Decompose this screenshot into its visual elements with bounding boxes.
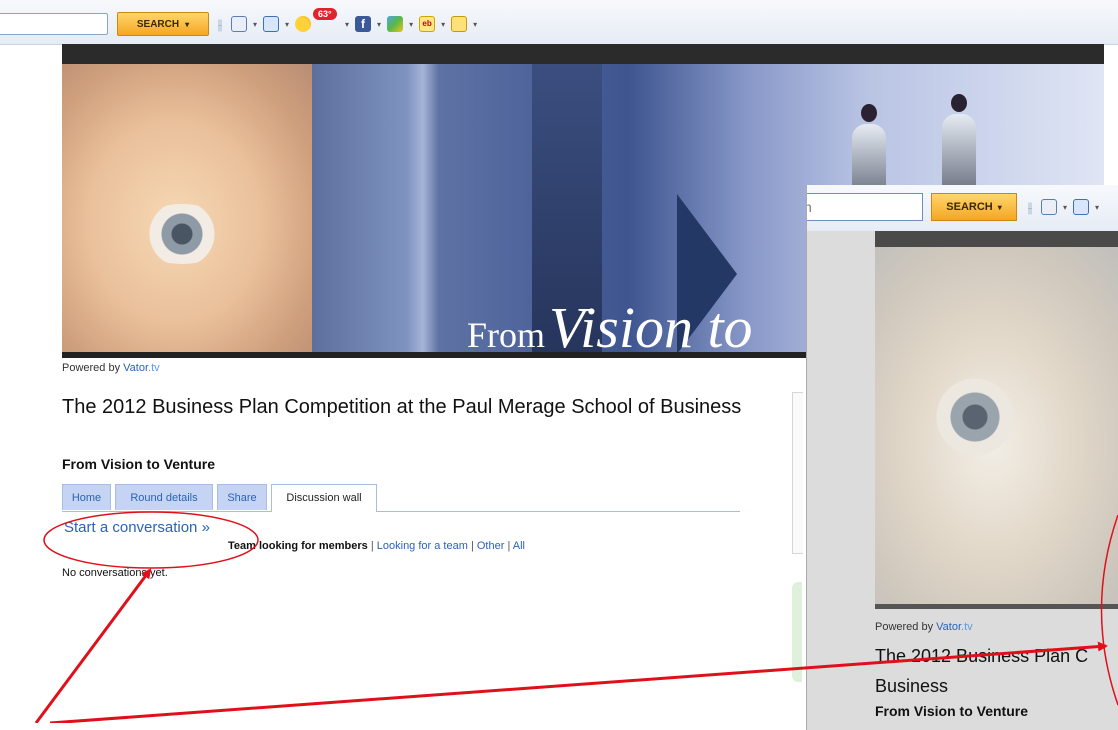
vator-link[interactable]: Vator: [123, 362, 148, 374]
chevron-down-icon[interactable]: ▾: [185, 20, 189, 29]
browser-toolbar: SEARCH ▾ ⫲ ▾ ▾ 63° ▾ f ▾ ▾ eb ▾ ▾: [0, 0, 1118, 45]
filter-separator: |: [371, 540, 374, 552]
divider-icon: ⫲: [215, 15, 225, 33]
search-button-label: SEARCH: [137, 19, 179, 30]
tab-bar: Home Round details Share Discussion wall: [62, 484, 740, 512]
filter-looking-for-team[interactable]: Looking for a team: [377, 540, 468, 552]
photo-icon[interactable]: [387, 16, 403, 32]
toolbar-icons: ⫲ ▾ ▾ 63° ▾ f ▾ ▾ eb ▾ ▾: [215, 12, 477, 36]
notes-icon[interactable]: [451, 16, 467, 32]
banner-slogan: From Vision to: [467, 294, 753, 358]
tab-round-details[interactable]: Round details: [115, 484, 213, 510]
banner-vision: Vision to: [549, 295, 753, 358]
chevron-down-icon[interactable]: ▾: [253, 20, 257, 29]
filter-separator: |: [471, 540, 474, 552]
sidebar-panel: [792, 392, 803, 554]
filter-all[interactable]: All: [513, 540, 525, 552]
mail-icon[interactable]: [1073, 199, 1089, 215]
eye-icon: [132, 204, 232, 264]
zoomed-page: Powered by Vator.tv The 2012 Business Pl…: [807, 231, 1118, 730]
chevron-down-icon[interactable]: ▾: [1063, 203, 1067, 212]
tab-share[interactable]: Share: [217, 484, 267, 510]
search-button-label: SEARCH: [946, 201, 992, 213]
powered-prefix: Powered by: [875, 621, 936, 633]
zoomed-banner-bottom: [875, 604, 1118, 609]
zoomed-toolbar: n SEARCH ▾ ⫲ ▾ ▾: [807, 185, 1118, 232]
tab-discussion-wall[interactable]: Discussion wall: [271, 484, 377, 512]
ebay-icon[interactable]: eb: [419, 16, 435, 32]
conversation-filters: Team looking for members | Looking for a…: [228, 540, 525, 552]
zoomed-page-title: The 2012 Business Plan C Business: [875, 641, 1118, 701]
chevron-down-icon[interactable]: ▾: [1095, 203, 1099, 212]
chevron-down-icon[interactable]: ▾: [441, 20, 445, 29]
divider-icon: ⫲: [1025, 198, 1035, 216]
mail-icon[interactable]: [263, 16, 279, 32]
zoomed-powered-by: Powered by Vator.tv: [875, 621, 973, 633]
chevron-down-icon[interactable]: ▾: [409, 20, 413, 29]
eye-icon: [915, 377, 1035, 457]
zoomed-screenshot: n SEARCH ▾ ⫲ ▾ ▾ Powered by Vator.tv The…: [806, 185, 1118, 730]
tab-label: Round details: [130, 492, 197, 504]
zoomed-subtitle: From Vision to Venture: [875, 703, 1028, 719]
vator-tld[interactable]: .tv: [961, 621, 973, 633]
weather-icon[interactable]: 63°: [295, 16, 311, 32]
filter-other[interactable]: Other: [477, 540, 505, 552]
page-subtitle: From Vision to Venture: [62, 456, 215, 472]
zoomed-toolbar-icons: ⫲ ▾ ▾: [1025, 198, 1099, 216]
facebook-icon[interactable]: f: [355, 16, 371, 32]
chevron-down-icon[interactable]: ▾: [345, 20, 349, 29]
filter-team-looking[interactable]: Team looking for members: [228, 540, 368, 552]
document-icon[interactable]: [1041, 199, 1057, 215]
chevron-down-icon[interactable]: ▾: [377, 20, 381, 29]
chevron-down-icon[interactable]: ▾: [473, 20, 477, 29]
zoomed-title-line2: Business: [875, 671, 1118, 701]
powered-prefix: Powered by: [62, 362, 123, 374]
vator-tld[interactable]: .tv: [148, 362, 160, 374]
banner-top-strip: [62, 44, 1104, 64]
toolbar-search-input[interactable]: [0, 13, 108, 35]
arrow-to-start-conversation: [36, 570, 150, 723]
page-title: The 2012 Business Plan Competition at th…: [62, 394, 762, 420]
tab-label: Share: [227, 492, 256, 504]
zoomed-search-button[interactable]: SEARCH ▾: [931, 193, 1017, 221]
empty-message: No conversations yet.: [62, 567, 168, 579]
toolbar-search-button[interactable]: SEARCH ▾: [117, 12, 209, 36]
banner-from: From: [467, 315, 545, 355]
tab-home[interactable]: Home: [62, 484, 111, 510]
zoomed-title-line1: The 2012 Business Plan C: [875, 641, 1118, 671]
sidebar-panel-green: [792, 582, 802, 682]
zoomed-banner-top: [875, 231, 1118, 247]
tab-label: Discussion wall: [286, 492, 361, 504]
zoomed-eye-photo: [875, 247, 1118, 604]
eye-photo: [62, 64, 312, 352]
weather-badge: 63°: [313, 8, 337, 20]
zoomed-search-input[interactable]: n: [806, 193, 923, 221]
filter-separator: |: [507, 540, 510, 552]
vator-link[interactable]: Vator: [936, 621, 961, 633]
chevron-down-icon[interactable]: ▾: [285, 20, 289, 29]
start-conversation-link[interactable]: Start a conversation »: [64, 519, 210, 536]
document-icon[interactable]: [231, 16, 247, 32]
tab-label: Home: [72, 492, 101, 504]
powered-by: Powered by Vator.tv: [62, 362, 160, 374]
chevron-down-icon[interactable]: ▾: [998, 203, 1002, 212]
